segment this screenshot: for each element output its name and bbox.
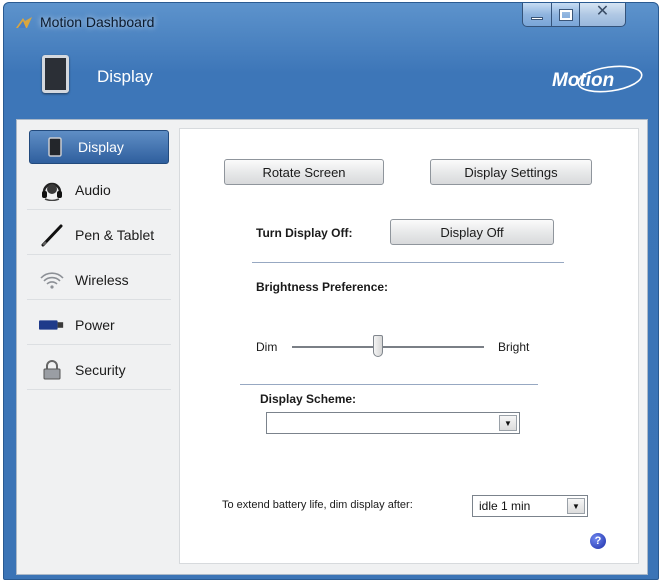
dim-after-dropdown[interactable]: idle 1 min ▼ — [472, 495, 588, 517]
brand-text: Motion — [552, 70, 614, 91]
rotate-screen-button[interactable]: Rotate Screen — [224, 159, 384, 185]
dim-after-value: idle 1 min — [479, 499, 531, 513]
minimize-icon — [531, 17, 543, 20]
motion-app-icon — [16, 17, 32, 28]
close-icon: ✕ — [595, 2, 610, 20]
page-title: Display — [97, 67, 153, 86]
display-settings-button[interactable]: Display Settings — [430, 159, 592, 185]
sidebar-item-pen-tablet[interactable]: Pen & Tablet — [27, 215, 171, 255]
lock-icon — [39, 359, 65, 381]
tablet-icon — [42, 55, 69, 93]
sidebar-item-label: Power — [75, 316, 115, 333]
sidebar-item-wireless[interactable]: Wireless — [27, 260, 171, 300]
sidebar-item-label: Security — [75, 361, 126, 378]
battery-hint-label: To extend battery life, dim display afte… — [222, 499, 413, 511]
page-header: Display Motion — [4, 45, 658, 111]
chevron-down-icon[interactable]: ▼ — [499, 415, 517, 431]
sidebar-item-label: Audio — [75, 181, 111, 198]
maximize-icon — [558, 8, 573, 21]
sidebar-item-audio[interactable]: Audio — [27, 170, 171, 210]
help-icon[interactable]: ? — [590, 533, 606, 549]
display-scheme-label: Display Scheme: — [260, 392, 357, 406]
sidebar-item-label: Pen & Tablet — [75, 226, 155, 243]
dim-label: Dim — [256, 340, 278, 354]
pen-icon — [39, 224, 65, 246]
sidebar-item-power[interactable]: Power — [27, 305, 171, 345]
sidebar-item-label: Display — [78, 139, 124, 155]
close-button[interactable]: ✕ — [580, 3, 626, 27]
app-window: Motion Dashboard ✕ Display Motion Displa… — [3, 2, 659, 580]
brightness-label: Brightness Preference: — [256, 280, 389, 294]
display-panel: Rotate Screen Display Settings Turn Disp… — [179, 128, 639, 564]
turn-display-off-label: Turn Display Off: — [256, 226, 353, 240]
sidebar: Display Audio Pen & Tablet Wireless Powe… — [17, 120, 179, 574]
motion-logo: Motion — [552, 65, 643, 93]
bright-label: Bright — [498, 340, 530, 354]
sidebar-item-label: Wireless — [75, 271, 129, 288]
battery-icon — [39, 314, 65, 336]
headset-icon — [39, 179, 65, 201]
sidebar-item-display[interactable]: Display — [29, 130, 169, 164]
title-bar[interactable]: Motion Dashboard ✕ — [4, 3, 658, 43]
maximize-button[interactable] — [552, 3, 580, 27]
display-scheme-dropdown[interactable]: ▼ — [266, 412, 520, 434]
brightness-slider-track[interactable] — [292, 346, 484, 348]
window-title: Motion Dashboard — [40, 14, 155, 30]
tablet-icon — [42, 136, 68, 158]
brightness-slider-thumb[interactable] — [373, 335, 383, 357]
sidebar-item-security[interactable]: Security — [27, 350, 171, 390]
chevron-down-icon[interactable]: ▼ — [567, 498, 585, 514]
wireless-icon — [39, 269, 65, 291]
separator — [240, 384, 538, 385]
display-off-button[interactable]: Display Off — [390, 219, 554, 245]
minimize-button[interactable] — [522, 3, 552, 27]
main-content: Display Audio Pen & Tablet Wireless Powe… — [16, 119, 648, 575]
separator — [252, 262, 564, 263]
